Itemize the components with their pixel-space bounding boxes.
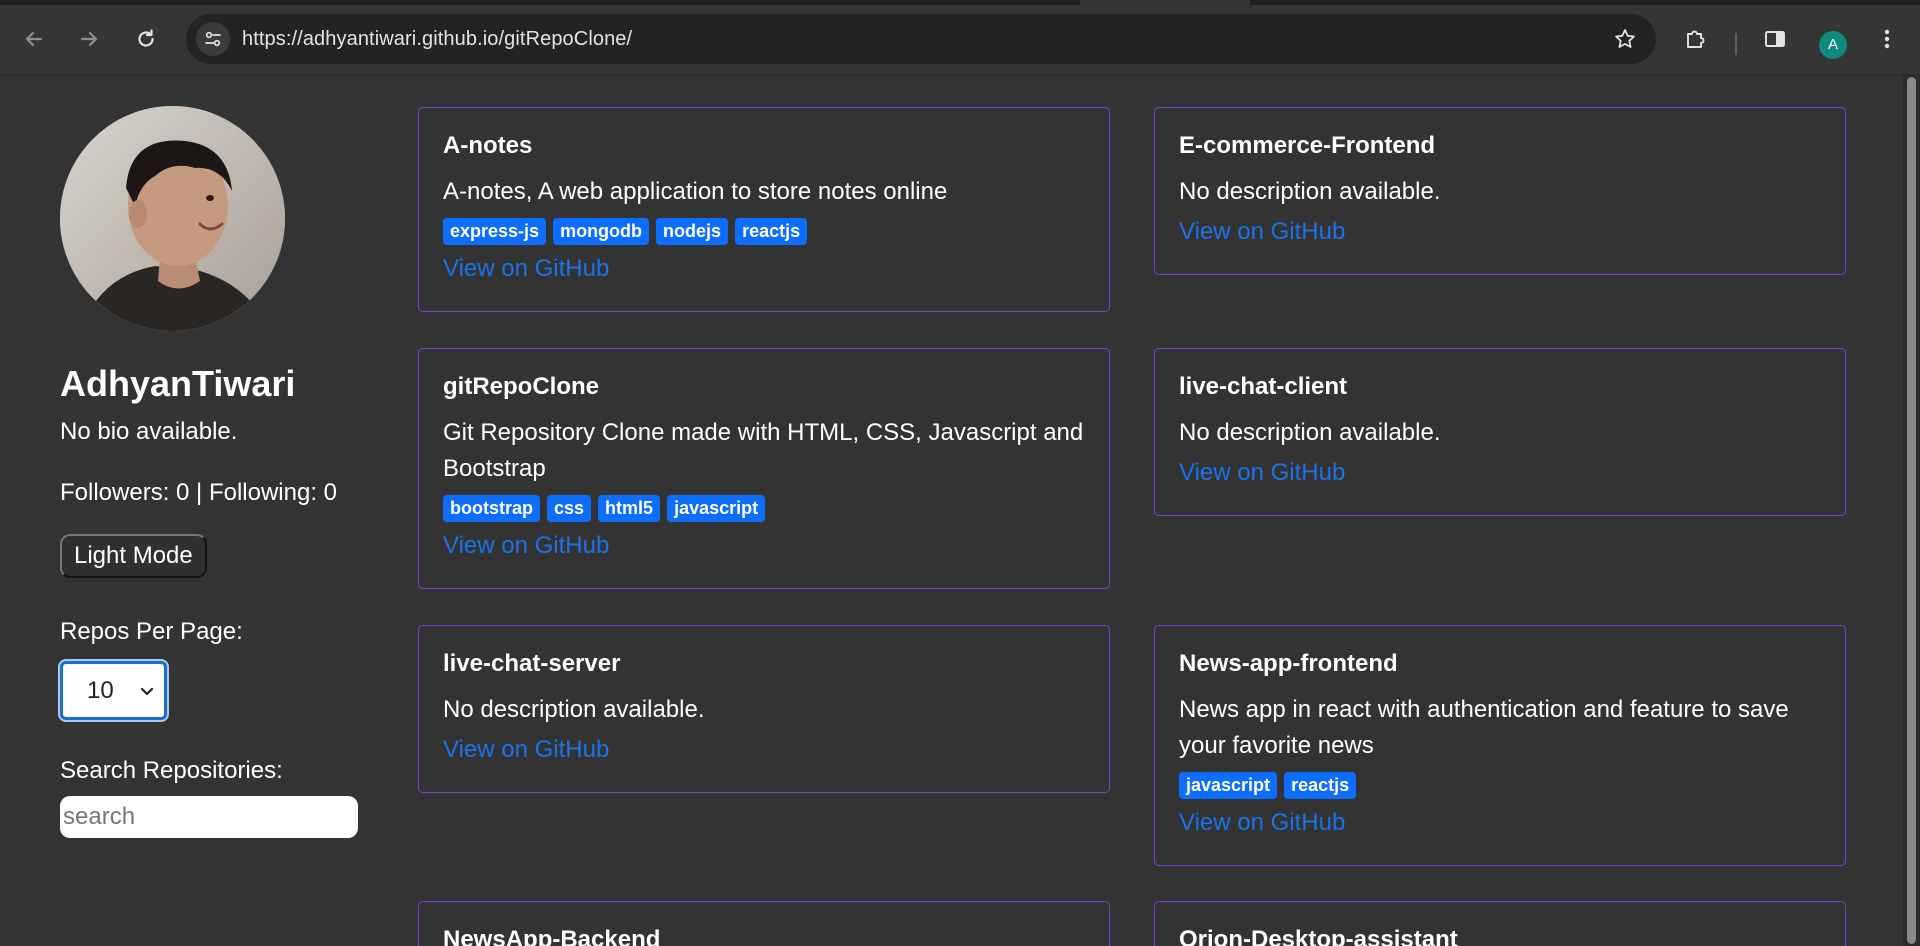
profile-name: AdhyanTiwari [60, 363, 296, 404]
repo-card: E-commerce-Frontend No description avail… [1154, 107, 1846, 275]
repo-card: News-app-frontend News app in react with… [1154, 625, 1846, 866]
repo-name: Orion-Desktop-assistant [1179, 926, 1458, 946]
browser-menu-button[interactable] [1870, 22, 1904, 56]
toolbar-divider [1735, 33, 1737, 55]
topic-badge: css [547, 495, 592, 522]
search-input[interactable]: search [60, 796, 358, 838]
theme-toggle-button[interactable]: Light Mode [60, 534, 207, 578]
search-label: Search Repositories: [60, 757, 283, 784]
repos-per-page-label: Repos Per Page: [60, 618, 243, 645]
profile-photo-image [60, 106, 285, 331]
view-on-github-link[interactable]: View on GitHub [1179, 218, 1345, 246]
repos-per-page-select[interactable]: 10 [58, 659, 169, 722]
topic-badge: express-js [443, 218, 547, 245]
topic-badge: mongodb [553, 218, 650, 245]
repo-name: live-chat-server [443, 650, 621, 677]
search-placeholder: search [63, 803, 136, 830]
page-scrollbar[interactable] [1903, 75, 1920, 946]
topic-list: bootstrap css html5 javascript [443, 495, 1085, 522]
reload-icon [138, 29, 154, 47]
repo-name: live-chat-client [1179, 373, 1348, 400]
repo-description: No description available. [1179, 419, 1441, 446]
topic-badge: html5 [598, 495, 661, 522]
repo-card: NewsApp-Backend [418, 901, 1110, 946]
back-button[interactable] [14, 19, 54, 59]
repo-card: A-notes A-notes, A web application to st… [418, 107, 1110, 312]
extensions-button[interactable] [1679, 22, 1713, 56]
side-panel-button[interactable] [1758, 22, 1792, 56]
puzzle-icon [1687, 30, 1705, 48]
topic-badge: bootstrap [443, 495, 540, 522]
view-on-github-link[interactable]: View on GitHub [443, 532, 609, 560]
topic-list: express-js mongodb nodejs reactjs [443, 218, 1085, 245]
repo-name: A-notes [443, 132, 533, 159]
repo-description: News app in react with authentication an… [1179, 696, 1789, 759]
view-on-github-link[interactable]: View on GitHub [1179, 459, 1345, 487]
url-text[interactable]: https://adhyantiwari.github.io/gitRepoCl… [242, 14, 632, 64]
repos-per-page-value: 10 [87, 677, 114, 704]
topic-badge: reactjs [735, 218, 808, 245]
kebab-menu-icon [1884, 29, 1890, 49]
back-arrow-icon [25, 31, 43, 47]
profile-sidebar: AdhyanTiwari No bio available. Followers… [58, 106, 360, 838]
browser-toolbar: https://adhyantiwari.github.io/gitRepoCl… [0, 5, 1920, 75]
scrollbar-thumb[interactable] [1907, 77, 1916, 944]
repo-card: gitRepoClone Git Repository Clone made w… [418, 348, 1110, 589]
repo-name: News-app-frontend [1179, 650, 1398, 677]
view-on-github-link[interactable]: View on GitHub [443, 255, 609, 283]
side-panel-icon [1765, 31, 1785, 47]
chevron-down-icon [140, 687, 154, 696]
repo-card: Orion-Desktop-assistant [1154, 901, 1846, 946]
follow-counts: Followers: 0 | Following: 0 [60, 479, 338, 506]
profile-photo [60, 106, 285, 331]
profile-avatar[interactable]: A [1819, 31, 1847, 59]
address-bar[interactable]: https://adhyantiwari.github.io/gitRepoCl… [186, 14, 1656, 64]
topic-badge: javascript [667, 495, 766, 522]
tune-icon [205, 31, 221, 47]
star-icon [1615, 29, 1635, 48]
forward-button[interactable] [69, 19, 109, 59]
topic-badge: javascript [1179, 772, 1278, 799]
repo-description: No description available. [1179, 178, 1441, 205]
profile-bio: No bio available. [60, 418, 238, 445]
repo-name: NewsApp-Backend [443, 926, 661, 946]
view-on-github-link[interactable]: View on GitHub [443, 736, 609, 764]
repo-card: live-chat-client No description availabl… [1154, 348, 1846, 516]
forward-arrow-icon [80, 31, 98, 47]
repo-description: No description available. [443, 696, 705, 723]
topic-list: javascript reactjs [1179, 772, 1821, 799]
repo-card: live-chat-server No description availabl… [418, 625, 1110, 793]
bookmark-button[interactable] [1608, 22, 1642, 56]
repo-name: E-commerce-Frontend [1179, 132, 1436, 159]
topic-badge: nodejs [656, 218, 729, 245]
repo-description: A-notes, A web application to store note… [443, 178, 948, 205]
page-viewport: AdhyanTiwari No bio available. Followers… [0, 75, 1903, 946]
site-info-button[interactable] [196, 22, 230, 56]
topic-badge: reactjs [1284, 772, 1357, 799]
repo-name: gitRepoClone [443, 373, 599, 400]
repo-description: Git Repository Clone made with HTML, CSS… [443, 419, 1084, 482]
reload-button[interactable] [126, 19, 166, 59]
view-on-github-link[interactable]: View on GitHub [1179, 809, 1345, 837]
